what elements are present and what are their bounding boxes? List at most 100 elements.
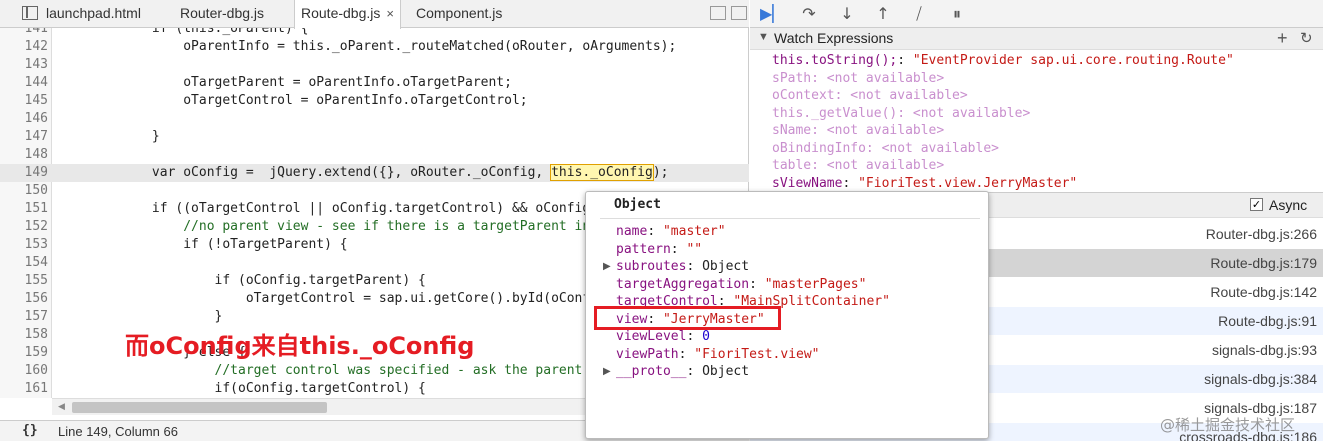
watch-expression[interactable]: sName: <not available> [772,122,944,139]
expand-triangle-icon[interactable]: ▶ [603,363,611,380]
code-text: //target control was specified - ask the… [58,363,677,378]
watch-separator: : [811,70,827,86]
scrollbar-thumb[interactable] [72,402,327,413]
async-checkbox[interactable]: ✓ [1250,198,1263,211]
pretty-print-button[interactable]: {} [22,423,38,438]
watch-value: <not available> [912,105,1031,121]
watch-expressions-header[interactable]: ▼ Watch Expressions + ↻ [750,28,1323,50]
call-frame-location[interactable]: signals-dbg.js:93 [1212,336,1317,364]
line-number[interactable]: 141 [0,28,48,38]
line-number[interactable]: 149 [0,164,48,182]
refresh-watch-icon[interactable]: ↻ [1300,29,1313,47]
tab-route-dbg[interactable]: Route-dbg.js × [294,0,401,29]
line-number[interactable]: 160 [0,362,48,380]
line-number[interactable]: 157 [0,308,48,326]
watch-name: sViewName [772,175,843,191]
step-out-icon[interactable]: ↑ [872,4,894,24]
tab-label: Component.js [416,5,503,21]
line-number[interactable]: 145 [0,92,48,110]
code-fragment: var oConfig = jQuery.extend({}, oRouter.… [58,165,552,180]
line-number[interactable]: 146 [0,110,48,128]
watch-value: <not available> [826,158,945,173]
step-into-icon[interactable]: ↓ [836,4,858,24]
property-separator: : [670,241,687,257]
code-text: oTargetControl = oParentInfo.oTargetCont… [58,93,528,108]
pause-on-exceptions-icon[interactable]: ⏸ [946,4,968,24]
object-property[interactable]: pattern: "" [616,241,702,258]
code-fragment: ); [652,165,669,180]
line-number[interactable]: 147 [0,128,48,146]
property-separator: : [686,259,703,274]
code-line[interactable]: 141 if (this._oParent) { [0,28,749,38]
line-number[interactable]: 161 [0,380,48,398]
code-line[interactable]: 142 oParentInfo = this._oParent._routeMa… [0,38,749,56]
highlight-box [594,306,781,330]
code-line[interactable]: 146 [0,110,749,128]
watch-expression[interactable]: table: <not available> [772,157,944,174]
tab-component[interactable]: Component.js [410,0,508,28]
object-property[interactable]: subroutes: Object [616,258,749,275]
hovered-expression[interactable]: this._oConfig [550,164,654,181]
deactivate-breakpoints-icon[interactable]: ⧸ [908,4,930,24]
call-frame-location[interactable]: Route-dbg.js:179 [1210,249,1317,277]
call-frame-location[interactable]: signals-dbg.js:384 [1204,365,1317,393]
line-number[interactable]: 148 [0,146,48,164]
call-frame-location[interactable]: Route-dbg.js:142 [1210,278,1317,306]
line-number[interactable]: 154 [0,254,48,272]
line-number[interactable]: 143 [0,56,48,74]
code-line[interactable]: 149 var oConfig = jQuery.extend({}, oRou… [0,164,749,182]
object-property[interactable]: viewPath: "FioriTest.view" [616,346,820,363]
line-number[interactable]: 151 [0,200,48,218]
popover-title: Object [614,197,661,212]
line-number[interactable]: 156 [0,290,48,308]
call-frame-location[interactable]: Router-dbg.js:266 [1206,220,1317,248]
tab-label: Router-dbg.js [180,5,265,21]
watch-expression[interactable]: sPath: <not available> [772,70,944,87]
line-number[interactable]: 152 [0,218,48,236]
code-line[interactable]: 148 [0,146,749,164]
close-tab-icon[interactable]: × [386,6,394,21]
line-number[interactable]: 142 [0,38,48,56]
collapse-triangle-icon[interactable]: ▼ [758,31,769,43]
toggle-debugger-icon[interactable] [731,6,747,20]
watch-list: this.toString();: "EventProvider sap.ui.… [750,52,1323,192]
resume-icon[interactable]: ▶▏ [760,4,785,24]
property-value: Object [702,364,750,379]
toggle-navigator-icon[interactable] [22,6,38,20]
code-line[interactable]: 143 [0,56,749,74]
watch-separator: : [897,105,913,121]
watch-expression[interactable]: this.toString();: "EventProvider sap.ui.… [772,52,1234,69]
object-property[interactable]: name: "master" [616,223,726,240]
line-number[interactable]: 159 [0,344,48,362]
property-separator: : [686,364,703,379]
object-property[interactable]: targetAggregation: "masterPages" [616,276,866,293]
line-number[interactable]: 144 [0,74,48,92]
watch-value: <not available> [826,70,945,86]
line-number[interactable]: 150 [0,182,48,200]
call-frame-location[interactable]: Route-dbg.js:91 [1218,307,1317,335]
step-over-icon[interactable]: ↷ [798,4,820,24]
object-property[interactable]: viewLevel: 0 [616,328,710,345]
property-value: "master" [662,224,726,239]
code-text: if (oConfig.targetParent) { [58,273,426,288]
watch-expression[interactable]: oContext: <not available> [772,87,968,104]
watch-expression[interactable]: oBindingInfo: <not available> [772,140,999,157]
tab-router-dbg[interactable]: Router-dbg.js [174,0,270,28]
code-line[interactable]: 145 oTargetControl = oParentInfo.oTarget… [0,92,749,110]
add-watch-icon[interactable]: + [1277,28,1288,49]
watch-expression[interactable]: sViewName: "FioriTest.view.JerryMaster" [772,175,1077,192]
line-number[interactable]: 158 [0,326,48,344]
expand-triangle-icon[interactable]: ▶ [603,258,611,275]
object-property[interactable]: __proto__: Object [616,363,749,380]
watch-expression[interactable]: this._getValue(): <not available> [772,105,1030,122]
line-number[interactable]: 153 [0,236,48,254]
tab-overflow-icon[interactable] [710,6,726,20]
scroll-left-icon[interactable]: ◀ [58,402,65,412]
code-line[interactable]: 144 oTargetParent = oParentInfo.oTargetP… [0,74,749,92]
property-value: "masterPages" [764,276,867,292]
watch-title: Watch Expressions [774,30,894,46]
line-number[interactable]: 155 [0,272,48,290]
property-value: "FioriTest.view" [694,346,820,362]
tab-launchpad[interactable]: launchpad.html [40,0,147,28]
code-line[interactable]: 147 } [0,128,749,146]
